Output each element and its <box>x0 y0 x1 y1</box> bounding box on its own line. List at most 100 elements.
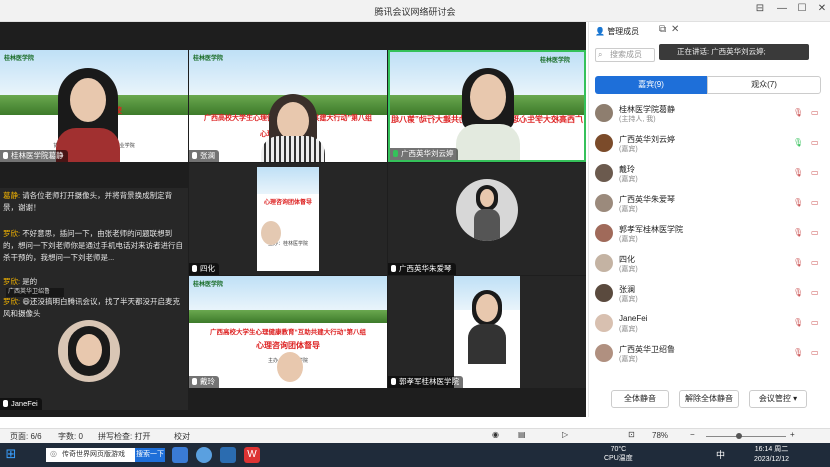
video-tile[interactable]: 桂林医学院 广西高校大学生心理健康教育“互助共建大行动”第八组 心理咨询团体督导… <box>189 50 387 162</box>
taskbar: ⊞ 传奇世界网页版游戏 ◎ 搜索一下 W 70°C CPU温度 中 16:14 周… <box>0 443 830 467</box>
meeting-control-button[interactable]: 会议管控 ▾ <box>749 390 807 408</box>
member-row[interactable]: 郭孝军桂林医学院 (嘉宾) 🎙 ▭ <box>589 222 830 244</box>
participant-nametag: 广西英华卫绍鲁 <box>6 288 64 297</box>
camera-icon[interactable]: ▭ <box>811 258 819 267</box>
close-panel-button[interactable]: ✕ <box>671 24 679 35</box>
panel-title: 👤 管理成员 <box>595 27 640 36</box>
ime-indicator[interactable]: 中 <box>716 448 725 461</box>
video-tile[interactable]: 桂林医学院 广西高校大学生心理健康教育“互助共建大行动”第八组 心理咨询团体督导… <box>189 276 387 388</box>
app-icon[interactable] <box>196 447 212 463</box>
member-role: (嘉宾) <box>619 296 638 303</box>
close-button[interactable]: ✕ <box>814 3 830 14</box>
page-view-icon[interactable]: ▤ <box>518 430 526 439</box>
mic-muted-icon[interactable]: 🎙 <box>793 288 803 297</box>
mic-active-icon[interactable]: 🎙 <box>793 138 803 147</box>
spell-check-toggle[interactable]: 拼写检查: 打开 <box>98 431 150 442</box>
search-input[interactable]: 搜索成员 <box>595 48 655 62</box>
slide-header: 桂林医学院 <box>4 56 35 62</box>
member-row[interactable]: 戴玲 (嘉宾) 🎙 ▭ <box>589 162 830 184</box>
people-icon: 👤 <box>595 27 608 36</box>
clock[interactable]: 16:14 周二 2023/12/12 <box>754 445 789 465</box>
participant-nametag: 广西英华刘云婷 <box>390 148 458 160</box>
slide-header: 桂林医学院 <box>193 56 224 62</box>
camera-icon[interactable]: ▭ <box>811 348 819 357</box>
slide-title: 广西高校大学生心理健康教育“互助共建大行动”第八组 <box>210 328 366 336</box>
mute-all-button[interactable]: 全体静音 <box>611 390 669 408</box>
camera-icon[interactable]: ▭ <box>811 318 819 327</box>
zoom-slider[interactable] <box>706 436 786 437</box>
mic-muted-icon[interactable]: 🎙 <box>793 348 803 357</box>
proofread-button[interactable]: 校对 <box>174 431 190 442</box>
camera-icon[interactable]: ▭ <box>811 168 819 177</box>
unmute-all-button[interactable]: 解除全体静音 <box>679 390 739 408</box>
mic-muted-icon[interactable]: 🎙 <box>793 318 803 327</box>
avatar <box>595 134 613 152</box>
avatar <box>595 224 613 242</box>
eye-icon[interactable]: ◉ <box>492 430 499 439</box>
chevron-down-icon: ▾ <box>793 394 798 403</box>
word-count: 字数: 0 <box>58 432 83 441</box>
slide-subtitle: 心理咨询团体督导 <box>256 340 320 350</box>
slide-header: 桂林医学院 <box>540 58 571 64</box>
zoom-level[interactable]: 78% <box>652 431 668 440</box>
mic-muted-icon[interactable]: 🎙 <box>793 228 803 237</box>
mic-muted-icon[interactable]: 🎙 <box>793 108 803 117</box>
member-row[interactable]: 广西英华卫绍鲁 (嘉宾) 🎙 ▭ <box>589 342 830 364</box>
wps-app-icon[interactable]: W <box>244 447 260 463</box>
participant-nametag: 郭孝军桂林医学院 <box>388 376 463 388</box>
participant-nametag: 广西英华朱爱琴 <box>388 263 456 275</box>
mic-icon <box>391 265 396 272</box>
mic-icon <box>192 265 197 272</box>
mic-muted-icon[interactable]: 🎙 <box>793 168 803 177</box>
page-count: 页面: 6/6 <box>10 432 42 441</box>
member-role: (嘉宾) <box>619 176 638 183</box>
member-row[interactable]: 广西英华朱爱琴 (嘉宾) 🎙 ▭ <box>589 192 830 214</box>
member-name: JaneFei <box>619 314 648 323</box>
member-row[interactable]: JaneFei (嘉宾) 🎙 ▭ <box>589 312 830 334</box>
camera-icon[interactable]: ▭ <box>811 228 819 237</box>
zoom-out-button[interactable]: − <box>690 430 695 439</box>
tab-guests[interactable]: 嘉宾(9) <box>595 76 707 94</box>
avatar <box>595 194 613 212</box>
search-icon: ⌕ <box>598 50 603 59</box>
popout-icon[interactable]: ⧉ <box>659 24 666 35</box>
mic-icon <box>192 152 197 159</box>
participant-nametag: 桂林医学院葛静 <box>0 150 68 162</box>
app-icon[interactable] <box>172 447 188 463</box>
maximize-button[interactable]: ☐ <box>794 3 810 14</box>
mic-muted-icon[interactable]: 🎙 <box>793 258 803 267</box>
camera-icon[interactable]: ▭ <box>811 138 819 147</box>
member-row[interactable]: 广西英华刘云婷 (嘉宾) 🎙 ▭ <box>589 132 830 154</box>
member-role: (嘉宾) <box>619 266 638 273</box>
zoom-in-button[interactable]: + <box>790 430 795 439</box>
camera-icon[interactable]: ▭ <box>811 108 819 117</box>
mic-muted-icon[interactable]: 🎙 <box>793 198 803 207</box>
mic-icon <box>192 378 197 385</box>
video-stage: 桂林医学院 育互助共建高校 心理督导 协办：北部湾大学 广西国际职业学院 桂林医… <box>0 22 586 417</box>
slide-header: 桂林医学院 <box>193 282 224 288</box>
chat-messages: 葛静: 请各位老师打开摄像头，并将背景换成制定背景，谢谢！ 罗欣: 不好意思，插… <box>0 188 188 410</box>
camera-icon[interactable]: ▭ <box>811 198 819 207</box>
video-tile[interactable]: 心理咨询团体督导 主办：桂林医学院 四化 <box>189 163 387 275</box>
member-role: (嘉宾) <box>619 236 638 243</box>
zoom-slider-thumb[interactable] <box>736 433 742 439</box>
camera-icon[interactable]: ▭ <box>811 288 819 297</box>
video-tile[interactable]: 郭孝军桂林医学院 <box>388 276 586 388</box>
tab-audience[interactable]: 观众(7) <box>707 76 821 94</box>
windows-start-icon[interactable]: ⊞ <box>2 446 20 464</box>
video-tile[interactable]: 广西英华朱爱琴 <box>388 163 586 275</box>
taskbar-search-button[interactable]: 搜索一下 <box>135 448 165 462</box>
tencent-meeting-app-icon[interactable] <box>220 447 236 463</box>
window-titlebar: 腾讯会议网络研讨会 ⊟ — ☐ ✕ <box>0 0 830 22</box>
video-tile[interactable]: 桂林医学院 育互助共建高校 心理督导 协办：北部湾大学 广西国际职业学院 桂林医… <box>0 50 188 162</box>
play-icon[interactable]: ▷ <box>562 430 568 439</box>
mic-active-icon <box>393 150 398 157</box>
slide-thumbnail: 心理咨询团体督导 主办：桂林医学院 <box>257 167 319 271</box>
member-row[interactable]: 桂林医学院葛静 (主持人, 我) 🎙 ▭ <box>589 102 830 124</box>
minimize-button[interactable]: — <box>774 3 790 14</box>
fit-icon[interactable]: ⊡ <box>628 430 635 439</box>
video-tile-speaking[interactable]: 桂林医学院 广西高校大学生心理健康教育“互助共建大行动”第八组 广西英华刘云婷 <box>388 50 586 162</box>
member-row[interactable]: 四化 (嘉宾) 🎙 ▭ <box>589 252 830 274</box>
member-row[interactable]: 张澜 (嘉宾) 🎙 ▭ <box>589 282 830 304</box>
restore-window-icon[interactable]: ⊟ <box>752 3 768 14</box>
